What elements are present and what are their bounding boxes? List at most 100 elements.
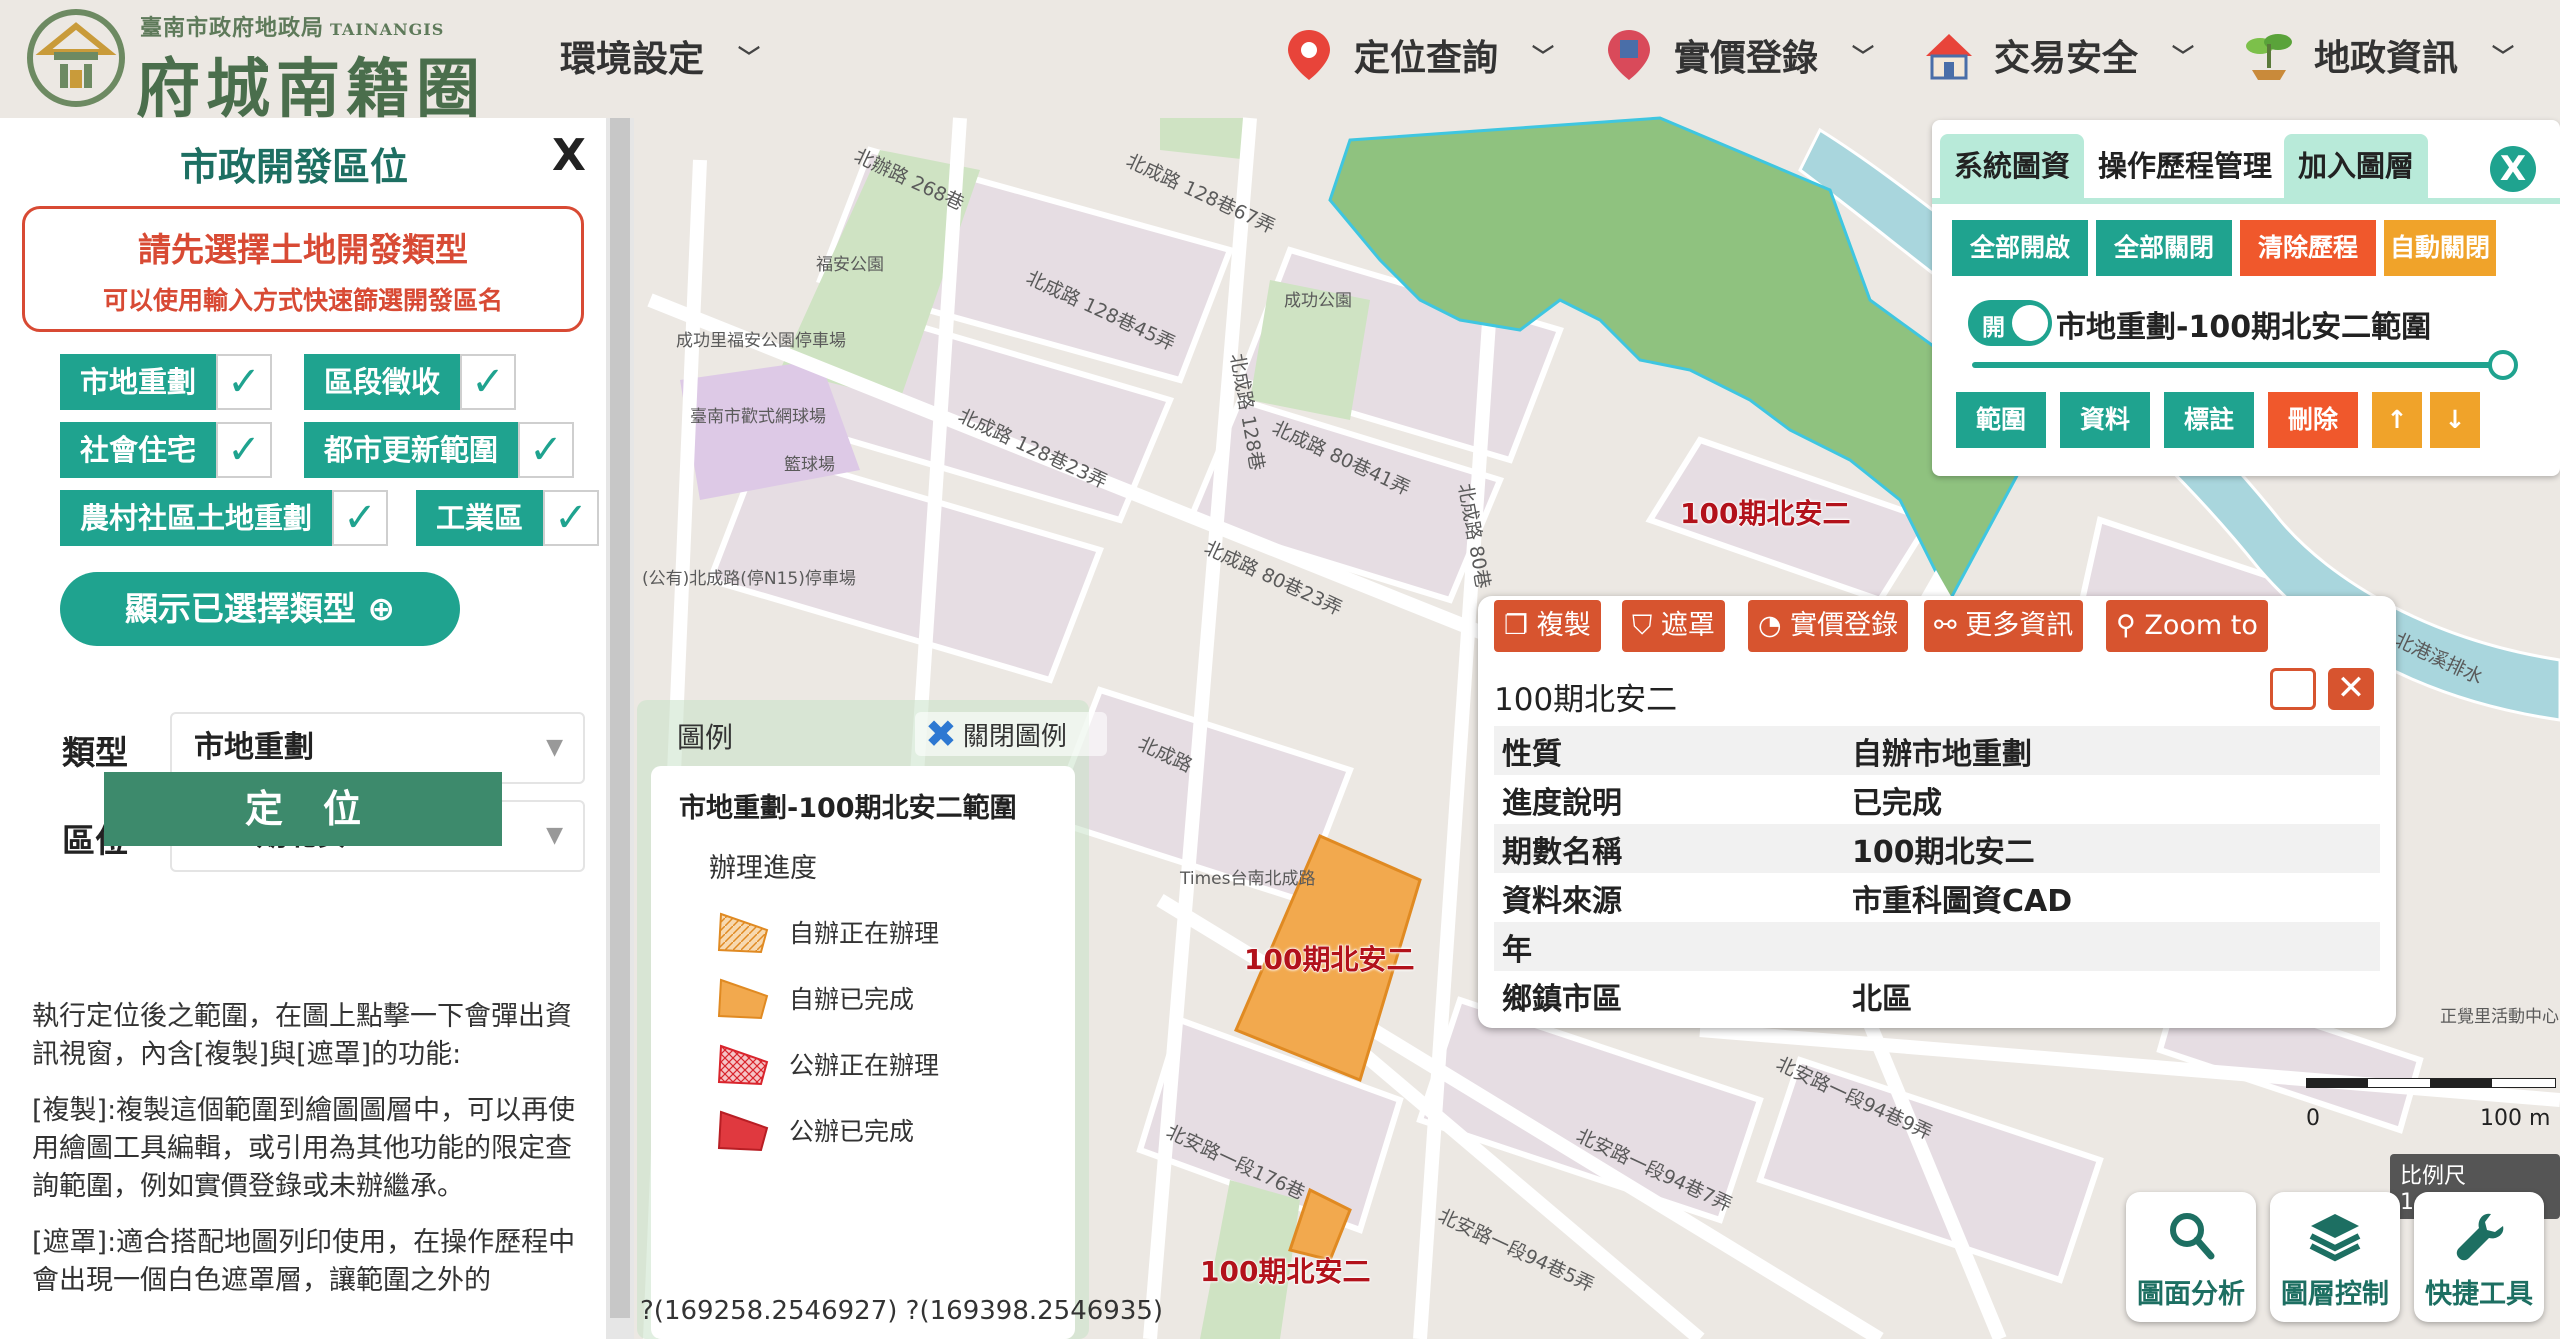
label-button[interactable]: 標註 [2164, 392, 2254, 448]
checkbox-rural-readjustment[interactable]: 農村社區土地重劃 ✓ [60, 490, 389, 546]
scale-max: 100 m [2480, 1106, 2551, 1131]
table-row: 年 [1494, 922, 2380, 971]
checkbox-industrial-zone[interactable]: 工業區 ✓ [416, 490, 600, 546]
scale-zero: 0 [2306, 1106, 2320, 1131]
price-registration-button[interactable]: ◔ 實價登錄 [1748, 600, 1909, 652]
range-button[interactable]: 範圍 [1956, 392, 2046, 448]
check-icon[interactable]: ✓ [518, 422, 575, 478]
opacity-slider[interactable] [1972, 362, 2502, 368]
more-info-button[interactable]: ⚯ 更多資訊 [1924, 600, 2084, 652]
nav-label: 實價登錄 [1674, 38, 1819, 79]
checkbox-zone-expropriation[interactable]: 區段徵收 ✓ [304, 354, 517, 410]
checkbox-label: 農村社區土地重劃 [60, 490, 333, 546]
nav-transaction-safety[interactable]: 交易安全 ﹀ [1920, 26, 2194, 84]
zoom-icon: ⚲ [2116, 610, 2145, 641]
popup-title: 100期北安二 [1494, 682, 1678, 718]
dock-panel-icon[interactable] [2270, 668, 2316, 710]
checkbox-label: 市地重劃 [60, 354, 217, 410]
chevron-down-icon: ﹀ [2492, 45, 2515, 70]
check-icon[interactable]: ✓ [216, 422, 273, 478]
help-paragraph: [遮罩]:適合搭配地圖列印使用，在操作歷程中會出現一個白色遮罩層，讓範圍之外的 [32, 1227, 576, 1296]
hatched-red-swatch-icon [717, 1044, 769, 1086]
copy-button[interactable]: ❐ 複製 [1494, 600, 1601, 652]
legend-item: 公辦正在辦理 [717, 1042, 939, 1086]
attribute-table: 性質 自辦市地重劃 進度說明 已完成 期數名稱 100期北安二 資料來源 市重科圖資CA… [1494, 726, 2380, 1020]
check-icon[interactable]: ✓ [216, 354, 273, 410]
layer-control-panel: 系統圖資 操作歷程管理 加入圖層 X 全部開啟 全部關閉 清除歷程 自動關閉 開… [1932, 120, 2560, 476]
tab-underline [1932, 198, 2560, 204]
locate-button[interactable]: 定位 [104, 772, 502, 846]
tab-system-layers[interactable]: 系統圖資 [1940, 134, 2085, 198]
open-all-button[interactable]: 全部開啟 [1952, 220, 2088, 276]
tool-label: 圖面分析 [2137, 1279, 2245, 1310]
nav-price-registration[interactable]: 實價登錄 ﹀ [1600, 26, 1874, 84]
layer-toggle[interactable]: 開 [1968, 300, 2052, 346]
map-analysis-button[interactable]: 圖面分析 [2126, 1192, 2256, 1322]
check-icon[interactable]: ✓ [460, 354, 517, 410]
button-label: 複製 [1536, 610, 1591, 641]
chevron-down-icon: ﹀ [2172, 45, 2195, 70]
quick-tools-button[interactable]: 快捷工具 [2414, 1192, 2544, 1322]
filter-icon: ⛉ [1632, 610, 1661, 641]
legend-label: 公辦正在辦理 [789, 1051, 940, 1080]
attr-value: 已完成 [1852, 785, 1942, 821]
nav-land-info[interactable]: 地政資訊 ﹀ [2240, 26, 2514, 84]
auto-close-button[interactable]: 自動關閉 [2384, 220, 2496, 276]
toggle-label: 開 [1982, 315, 2005, 341]
button-label: Zoom to [2144, 610, 2258, 641]
nav-location-query[interactable]: 定位查詢 ﹀ [1280, 26, 1554, 84]
legend-layer-name: 市地重劃-100期北安二範圍 [679, 793, 1017, 824]
help-text: 執行定位後之範圍，在圖上點擊一下會彈出資訊視窗，內含[複製]與[遮罩]的功能: … [32, 998, 588, 1318]
attr-key: 年 [1494, 922, 1844, 971]
close-button[interactable]: X [2490, 146, 2536, 192]
checkbox-label: 都市更新範圍 [304, 422, 519, 478]
attr-value: 市重科圖資CAD [1852, 883, 2073, 919]
link-icon: ⚯ [1934, 610, 1966, 641]
close-all-button[interactable]: 全部關閉 [2096, 220, 2232, 276]
help-paragraph: 執行定位後之範圍，在圖上點擊一下會彈出資訊視窗，內含[複製]與[遮罩]的功能: [32, 1001, 572, 1070]
municipal-development-panel: 市政開發區位 X 請先選擇土地開發類型 可以使用輸入方式快速篩選開發區名 市地重… [0, 118, 610, 1339]
zoom-to-button[interactable]: ⚲ Zoom to [2106, 600, 2268, 652]
help-paragraph: [複製]:複製這個範圍到繪圖圖層中，可以再使用繪圖工具編輯，或引用為其他功能的限… [32, 1095, 576, 1202]
checkbox-land-readjustment[interactable]: 市地重劃 ✓ [60, 354, 273, 410]
tab-history[interactable]: 操作歷程管理 [2084, 134, 2287, 198]
data-button[interactable]: 資料 [2060, 392, 2150, 448]
close-legend-button[interactable]: ✖ 關閉圖例 [915, 712, 1107, 756]
nav-settings[interactable]: 環境設定 ﹀ [560, 30, 760, 82]
tool-label: 快捷工具 [2425, 1279, 2533, 1310]
checkbox-social-housing[interactable]: 社會住宅 ✓ [60, 422, 273, 478]
popup-close-button[interactable]: ✕ [2328, 668, 2374, 710]
delete-button[interactable]: 刪除 [2268, 392, 2358, 448]
clear-history-button[interactable]: 清除歷程 [2240, 220, 2376, 276]
panel-close-button[interactable]: X [552, 130, 586, 181]
table-row: 進度說明 已完成 [1494, 775, 2380, 824]
scroll-thumb[interactable] [610, 118, 630, 1318]
nav-label: 交易安全 [1994, 38, 2139, 79]
logo-icon [27, 9, 125, 107]
mask-button[interactable]: ⛉ 遮罩 [1622, 600, 1725, 652]
arrow-up-icon[interactable]: ↑ [2372, 392, 2422, 448]
attr-key: 期數名稱 [1494, 824, 1844, 873]
checkbox-urban-renewal[interactable]: 都市更新範圍 ✓ [304, 422, 575, 478]
arrow-down-icon[interactable]: ↓ [2430, 392, 2480, 448]
button-label: 顯示已選擇類型 [124, 589, 356, 628]
warning-box: 請先選擇土地開發類型 可以使用輸入方式快速篩選開發區名 [22, 206, 584, 332]
poi-label: 成功公園 [1284, 291, 1352, 311]
popup-pointer [1920, 570, 1952, 598]
parcel-label: 100期北安二 [1679, 497, 1851, 531]
check-icon[interactable]: ✓ [543, 490, 600, 546]
tab-add-layer[interactable]: 加入圖層 [2284, 134, 2429, 198]
check-icon[interactable]: ✓ [332, 490, 389, 546]
tool-label: 圖層控制 [2281, 1279, 2389, 1310]
slider-handle[interactable] [2488, 350, 2518, 380]
poi-label: Times台南北成路 [1180, 869, 1316, 889]
poi-label: 福安公園 [816, 255, 884, 275]
layer-control-button[interactable]: 圖層控制 [2270, 1192, 2400, 1322]
poi-label: (公有)北成路(停N15)停車場 [642, 569, 856, 589]
hatched-orange-swatch-icon [717, 912, 769, 954]
chevron-down-icon: ﹀ [738, 46, 761, 71]
close-icon: ✖ [925, 712, 957, 756]
panel-scrollbar[interactable] [606, 118, 634, 1339]
chevron-down-icon: ﹀ [1532, 45, 1555, 70]
show-selected-types-button[interactable]: 顯示已選擇類型 ⊕ [60, 572, 460, 646]
